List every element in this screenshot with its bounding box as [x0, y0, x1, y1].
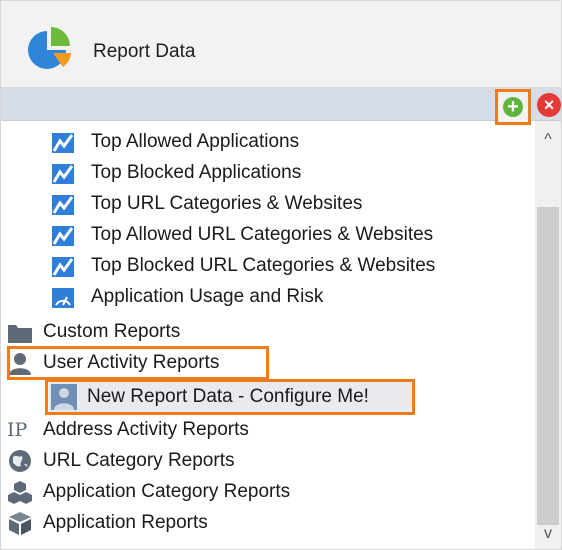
- add-icon: +: [503, 97, 523, 117]
- tree-item-top-allowed-url-categories[interactable]: Top Allowed URL Categories & Websites: [51, 220, 433, 250]
- tree-item-application-category-reports[interactable]: Application Category Reports: [7, 477, 290, 507]
- user-activity-highlight: [7, 346, 269, 380]
- risk-gauge-icon: [52, 288, 74, 308]
- scroll-up-arrow[interactable]: ^: [535, 131, 561, 157]
- panel-title: Report Data: [93, 41, 196, 62]
- report-chart-icon: [52, 133, 74, 153]
- ip-icon: IP: [7, 419, 28, 441]
- tree-item-label: URL Category Reports: [43, 450, 235, 471]
- tree-item-label: Top Allowed Applications: [91, 131, 300, 152]
- cube-icon: [9, 512, 31, 535]
- tree-item-address-activity-reports[interactable]: IP Address Activity Reports: [7, 415, 249, 445]
- report-chart-icon: [52, 257, 74, 277]
- report-chart-icon: [52, 226, 74, 246]
- remove-button[interactable]: ×: [537, 93, 561, 117]
- tree-item-application-usage-risk[interactable]: Application Usage and Risk: [51, 282, 323, 312]
- tree-item-top-blocked-url-categories[interactable]: Top Blocked URL Categories & Websites: [51, 251, 435, 281]
- tree-item-custom-reports[interactable]: Custom Reports: [7, 317, 180, 347]
- report-data-panel: Report Data + × Top Allowed Applications…: [0, 0, 562, 550]
- tree-item-label: Application Reports: [43, 512, 208, 533]
- tree-item-label: Top Allowed URL Categories & Websites: [91, 224, 434, 245]
- tree-item-label: Application Usage and Risk: [91, 286, 324, 307]
- cubes-icon: [8, 481, 32, 504]
- tree-item-label: Custom Reports: [43, 321, 181, 342]
- scroll-thumb[interactable]: [537, 207, 559, 525]
- tree-item-label: Top URL Categories & Websites: [91, 193, 363, 214]
- folder-icon: [8, 325, 32, 343]
- tree-item-top-url-categories[interactable]: Top URL Categories & Websites: [51, 189, 362, 219]
- tree-item-url-category-reports[interactable]: URL Category Reports: [7, 446, 234, 476]
- new-report-highlight: [45, 379, 415, 415]
- tree-item-top-allowed-applications[interactable]: Top Allowed Applications: [51, 127, 299, 157]
- report-chart-icon: [52, 195, 74, 215]
- scroll-down-arrow[interactable]: v: [535, 525, 561, 549]
- panel-header: Report Data: [1, 1, 561, 88]
- report-tree: Top Allowed Applications Top Blocked App…: [1, 121, 535, 549]
- pie-chart-icon: [28, 27, 71, 69]
- toolbar: [1, 88, 561, 121]
- tree-item-application-reports[interactable]: Application Reports: [7, 508, 208, 538]
- tree-item-label: Address Activity Reports: [43, 419, 249, 440]
- tree-item-top-blocked-applications[interactable]: Top Blocked Applications: [51, 158, 301, 188]
- report-chart-icon: [52, 164, 74, 184]
- tree-item-label: Top Blocked URL Categories & Websites: [91, 255, 436, 276]
- globe-icon: [9, 450, 31, 472]
- tree-item-label: Application Category Reports: [43, 481, 291, 502]
- tree-item-label: Top Blocked Applications: [91, 162, 302, 183]
- add-button[interactable]: +: [495, 89, 531, 125]
